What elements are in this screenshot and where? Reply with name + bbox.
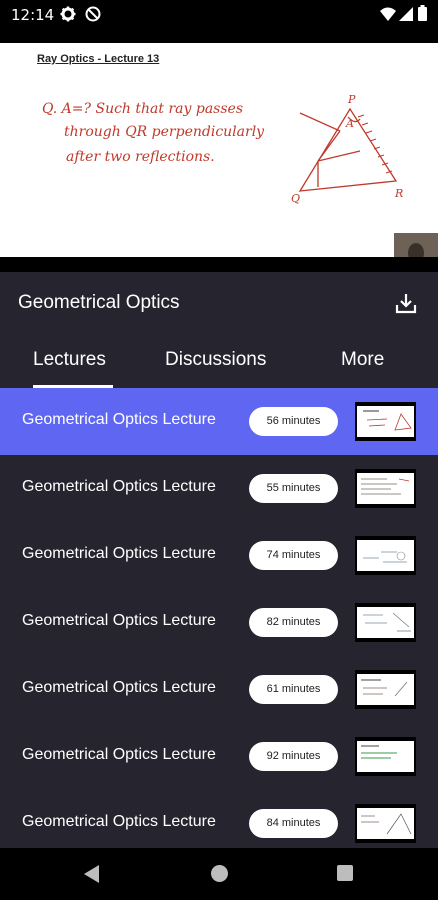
tab-lectures[interactable]: Lectures	[33, 349, 106, 371]
instructor-camera	[394, 233, 438, 257]
do-not-disturb-icon	[85, 6, 101, 27]
wifi-icon	[380, 7, 396, 26]
handwritten-notes: Q. A=? Such that ray passes through QR p…	[42, 93, 403, 205]
signal-icon	[399, 7, 413, 26]
lecture-thumbnail	[355, 804, 416, 843]
duration-badge: 61 minutes	[249, 675, 338, 704]
gear-icon	[60, 6, 76, 27]
label-p: P	[347, 93, 356, 106]
note-line-1: Q. A=? Such that ray passes	[42, 101, 243, 117]
lecture-row-4[interactable]: Geometrical Optics Lecture 82 minutes	[0, 589, 438, 656]
title-fade	[216, 607, 234, 637]
lecture-slide: Q. A=? Such that ray passes through QR p…	[0, 43, 438, 257]
title-fade	[216, 540, 234, 570]
title-fade	[216, 741, 234, 771]
duration-badge: 55 minutes	[249, 474, 338, 503]
lecture-list: Geometrical Optics Lecture 56 minutes Ge…	[0, 388, 438, 848]
status-time: 12:14	[11, 6, 55, 24]
back-icon[interactable]	[84, 865, 100, 888]
lecture-thumbnail	[355, 469, 416, 508]
tab-bar: Lectures Discussions More	[0, 336, 438, 388]
lecture-thumbnail	[355, 670, 416, 709]
recent-apps-icon[interactable]	[337, 865, 353, 881]
lecture-title: Geometrical Optics Lecture	[22, 746, 216, 763]
status-bar: 12:14	[0, 0, 438, 29]
note-line-3: after two reflections.	[66, 149, 215, 165]
course-header: Geometrical Optics	[0, 272, 438, 336]
lecture-title: Geometrical Optics Lecture	[22, 545, 216, 562]
lecture-thumbnail	[355, 603, 416, 642]
lecture-title: Geometrical Optics Lecture	[22, 679, 216, 696]
lecture-title: Geometrical Optics Lecture	[22, 612, 216, 629]
lecture-thumbnail	[355, 536, 416, 575]
note-line-2: through QR perpendicularly	[64, 124, 265, 140]
download-icon[interactable]	[395, 292, 417, 319]
title-fade	[216, 473, 234, 503]
duration-badge: 56 minutes	[249, 407, 338, 436]
lecture-row-2[interactable]: Geometrical Optics Lecture 55 minutes	[0, 455, 438, 522]
home-icon[interactable]	[211, 865, 228, 882]
system-nav-bar	[0, 848, 438, 900]
lecture-thumbnail	[355, 737, 416, 776]
title-fade	[216, 808, 234, 838]
lecture-title: Geometrical Optics Lecture	[22, 411, 216, 428]
lecture-row-7[interactable]: Geometrical Optics Lecture 84 minutes	[0, 790, 438, 848]
lecture-row-1[interactable]: Geometrical Optics Lecture 56 minutes	[0, 388, 438, 455]
duration-badge: 82 minutes	[249, 608, 338, 637]
label-q: Q	[291, 192, 300, 205]
lecture-row-3[interactable]: Geometrical Optics Lecture 74 minutes	[0, 522, 438, 589]
lecture-title: Geometrical Optics Lecture	[22, 813, 216, 830]
duration-badge: 84 minutes	[249, 809, 338, 838]
video-player[interactable]: Q. A=? Such that ray passes through QR p…	[0, 29, 438, 272]
title-fade	[216, 406, 234, 436]
lecture-row-5[interactable]: Geometrical Optics Lecture 61 minutes	[0, 656, 438, 723]
slide-title: Ray Optics - Lecture 13	[37, 53, 160, 65]
lecture-thumbnail	[355, 402, 416, 441]
tab-discussions[interactable]: Discussions	[165, 349, 266, 371]
label-a: A	[345, 117, 354, 130]
duration-badge: 74 minutes	[249, 541, 338, 570]
tab-more[interactable]: More	[341, 349, 384, 371]
lecture-row-6[interactable]: Geometrical Optics Lecture 92 minutes	[0, 723, 438, 790]
course-title: Geometrical Optics	[18, 292, 180, 313]
duration-badge: 92 minutes	[249, 742, 338, 771]
title-fade	[216, 674, 234, 704]
label-r: R	[394, 187, 403, 200]
lecture-title: Geometrical Optics Lecture	[22, 478, 216, 495]
battery-icon	[418, 5, 427, 26]
